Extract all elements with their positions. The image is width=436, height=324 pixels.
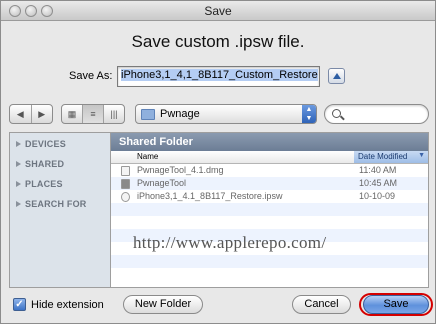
hide-extension-checkbox[interactable]: ✓	[13, 298, 26, 311]
file-row[interactable]: PwnageTool_4.1.dmg 11:40 AM	[111, 164, 428, 177]
title-bar: Save	[1, 1, 435, 21]
new-folder-button[interactable]: New Folder	[123, 295, 203, 314]
list-view-button[interactable]: ≡	[83, 105, 104, 123]
search-field[interactable]	[324, 104, 429, 124]
column-view-button[interactable]: |||	[104, 105, 124, 123]
search-icon	[332, 109, 341, 118]
ipsw-file-icon	[121, 192, 130, 202]
file-date: 10:45 AM	[359, 178, 398, 188]
sidebar-section-places[interactable]: PLACES	[16, 179, 63, 189]
file-name: PwnageTool_4.1.dmg	[137, 165, 224, 175]
back-forward-control: ◀ ▶	[9, 104, 53, 124]
save-dialog-window: Save Save custom .ipsw file. Save As: iP…	[0, 0, 436, 324]
file-date: 11:40 AM	[359, 165, 397, 175]
collapse-dialog-button[interactable]	[328, 68, 345, 84]
popup-arrows-icon: ▲ ▼	[302, 105, 316, 123]
name-column-header[interactable]: Name	[137, 152, 158, 161]
date-modified-column-header[interactable]: Date Modified	[354, 151, 428, 163]
save-as-filename-field[interactable]: iPhone3,1_4,1_8B117_Custom_Restore	[117, 66, 320, 87]
column-headers: Name Date Modified	[111, 151, 428, 164]
browser-header: Shared Folder	[111, 133, 428, 151]
sidebar-section-shared[interactable]: SHARED	[16, 159, 64, 169]
file-row[interactable]: iPhone3,1_4.1_8B117_Restore.ipsw 10-10-0…	[111, 190, 428, 203]
dialog-headline: Save custom .ipsw file.	[131, 32, 305, 51]
watermark-text: http://www.applerepo.com/	[133, 233, 327, 252]
file-date: 10-10-09	[359, 191, 396, 201]
save-button[interactable]: Save	[363, 295, 429, 314]
cancel-button[interactable]: Cancel	[292, 295, 351, 314]
disclosure-triangle-icon	[16, 201, 21, 207]
empty-row-stripe	[111, 203, 428, 216]
save-as-label: Save As:	[69, 70, 113, 82]
icon-view-button[interactable]: ▦	[62, 105, 83, 123]
file-row[interactable]: PwnageTool 10:45 AM	[111, 177, 428, 190]
forward-button[interactable]: ▶	[32, 105, 53, 123]
disk-image-icon	[121, 166, 130, 176]
location-label: Pwnage	[160, 108, 200, 120]
window-title: Save	[204, 4, 232, 18]
hide-extension-label: Hide extension	[31, 299, 104, 311]
disclosure-triangle-icon	[16, 141, 21, 147]
app-icon	[121, 179, 130, 189]
back-button[interactable]: ◀	[10, 105, 32, 123]
file-name: iPhone3,1_4.1_8B117_Restore.ipsw	[137, 191, 283, 201]
view-mode-control: ▦ ≡ |||	[61, 104, 125, 124]
file-browser: Shared Folder Name Date Modified PwnageT…	[110, 132, 429, 288]
disclosure-triangle-icon	[16, 161, 21, 167]
file-name: PwnageTool	[137, 178, 187, 188]
folder-icon	[141, 109, 155, 120]
sidebar: DEVICES SHARED PLACES SEARCH FOR	[9, 132, 110, 288]
location-popup[interactable]: Pwnage ▲ ▼	[135, 104, 317, 124]
sidebar-section-search-for[interactable]: SEARCH FOR	[16, 199, 87, 209]
sidebar-section-devices[interactable]: DEVICES	[16, 139, 66, 149]
empty-row-stripe	[111, 255, 428, 268]
save-as-filename-selected-text: iPhone3,1_4,1_8B117_Custom_Restore	[121, 69, 318, 81]
disclosure-triangle-icon	[16, 181, 21, 187]
